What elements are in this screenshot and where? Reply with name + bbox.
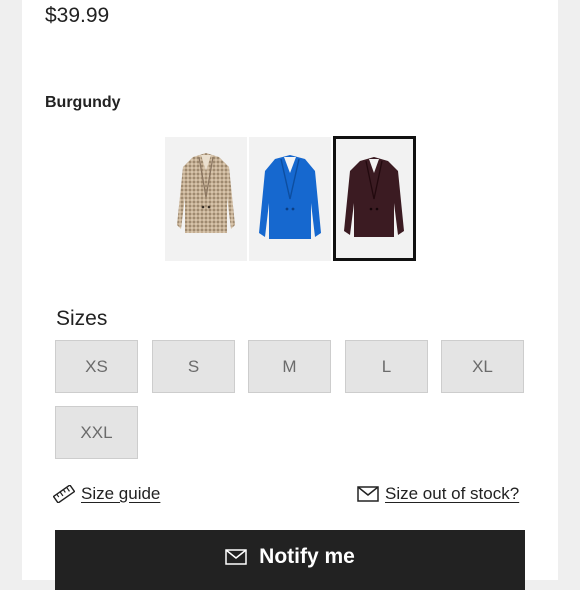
selected-color-name: Burgundy [45,94,121,111]
sizes-title: Sizes [56,307,108,330]
swatch-burgundy[interactable] [333,136,416,261]
blazer-image-blue [259,155,321,239]
size-button-s[interactable]: S [152,340,235,393]
ruler-icon [53,485,75,503]
size-guide-label: Size guide [81,484,161,503]
blazer-image-burgundy [344,157,404,237]
notify-me-label: Notify me [259,545,355,568]
size-out-of-stock-label: Size out of stock? [385,484,520,503]
envelope-icon [357,486,379,502]
size-button-xl[interactable]: XL [441,340,524,393]
size-button-xs[interactable]: XS [55,340,138,393]
product-price: $39.99 [45,4,110,27]
size-out-of-stock-link[interactable]: Size out of stock? [357,484,519,504]
notify-me-button[interactable]: Notify me [55,530,525,590]
size-button-m[interactable]: M [248,340,331,393]
size-guide-link[interactable]: Size guide [53,484,160,504]
envelope-icon [225,549,247,565]
size-button-xxl[interactable]: XXL [55,406,138,459]
swatch-beige-check[interactable] [165,137,247,261]
blazer-image-beige [177,153,235,233]
swatch-blue[interactable] [249,137,331,261]
size-button-l[interactable]: L [345,340,428,393]
